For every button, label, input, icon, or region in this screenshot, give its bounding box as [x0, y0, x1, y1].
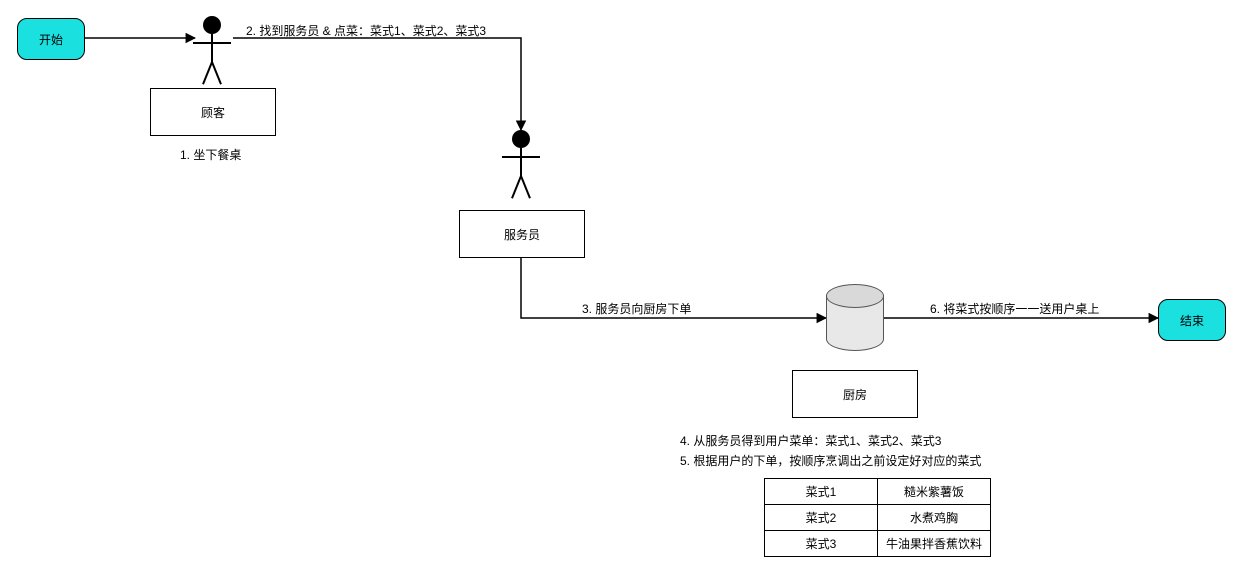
edge6-label: 6. 将菜式按顺序一一送用户桌上 [930, 300, 1099, 317]
kitchen-cylinder-top [826, 284, 884, 308]
table-row: 菜式3 牛油果拌香蕉饮料 [765, 531, 991, 557]
customer-actor-icon [203, 16, 221, 34]
customer-actor-arms [193, 42, 231, 44]
start-label: 开始 [39, 31, 63, 48]
edge2-label: 2. 找到服务员 & 点菜：菜式1、菜式2、菜式3 [246, 22, 486, 39]
edge3-label: 3. 服务员向厨房下单 [582, 300, 691, 317]
kitchen-box-label: 厨房 [843, 386, 867, 403]
kitchen-caption-1: 4. 从服务员得到用户菜单：菜式1、菜式2、菜式3 [680, 432, 941, 449]
waiter-actor-arms [502, 156, 540, 158]
dish-key: 菜式3 [765, 531, 878, 557]
waiter-actor-icon [512, 130, 530, 148]
waiter-actor-body [520, 148, 522, 176]
dish-table: 菜式1 糙米紫薯饭 菜式2 水煮鸡胸 菜式3 牛油果拌香蕉饮料 [764, 478, 991, 557]
start-node: 开始 [17, 18, 85, 60]
customer-actor-body [211, 34, 213, 62]
waiter-box: 服务员 [459, 210, 585, 258]
dish-value: 水煮鸡胸 [878, 505, 991, 531]
waiter-box-label: 服务员 [504, 226, 540, 243]
dish-key: 菜式2 [765, 505, 878, 531]
customer-box-label: 顾客 [201, 104, 225, 121]
customer-caption: 1. 坐下餐桌 [180, 146, 241, 163]
end-node: 结束 [1158, 299, 1226, 341]
dish-value: 牛油果拌香蕉饮料 [878, 531, 991, 557]
dish-key: 菜式1 [765, 479, 878, 505]
arrows-layer [0, 0, 1239, 564]
customer-box: 顾客 [150, 88, 276, 136]
customer-actor-leg-l [211, 62, 222, 85]
table-row: 菜式1 糙米紫薯饭 [765, 479, 991, 505]
dish-value: 糙米紫薯饭 [878, 479, 991, 505]
waiter-actor-leg-l [520, 176, 531, 199]
kitchen-caption-2: 5. 根据用户的下单，按顺序烹调出之前设定好对应的菜式 [680, 452, 981, 469]
table-row: 菜式2 水煮鸡胸 [765, 505, 991, 531]
end-label: 结束 [1180, 312, 1204, 329]
diagram-canvas: 开始 结束 顾客 1. 坐下餐桌 服务员 厨房 2. 找到服务员 & 点菜：菜式… [0, 0, 1239, 564]
kitchen-box: 厨房 [792, 370, 918, 418]
